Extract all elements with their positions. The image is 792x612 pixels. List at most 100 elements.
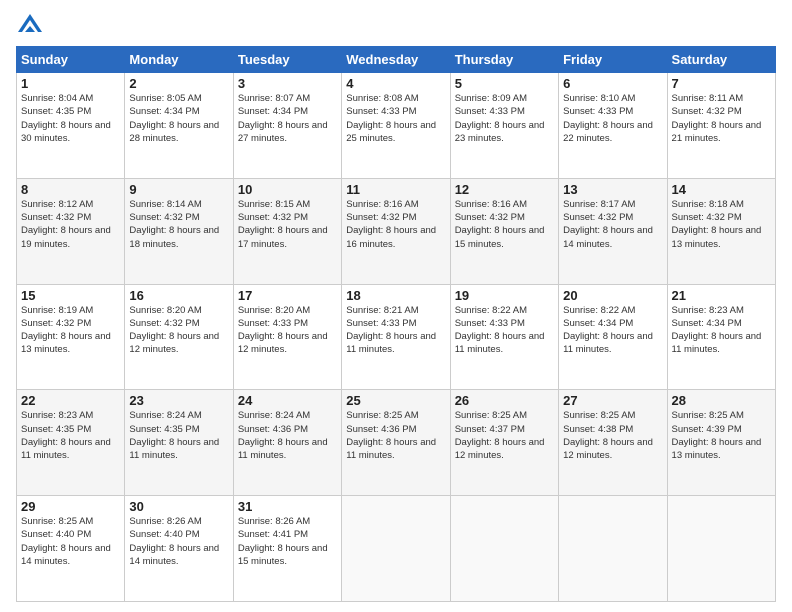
calendar: SundayMondayTuesdayWednesdayThursdayFrid… <box>16 46 776 602</box>
day-info: Sunrise: 8:20 AM Sunset: 4:33 PM Dayligh… <box>238 304 337 357</box>
calendar-cell: 29Sunrise: 8:25 AM Sunset: 4:40 PM Dayli… <box>17 496 125 602</box>
calendar-cell: 27Sunrise: 8:25 AM Sunset: 4:38 PM Dayli… <box>559 390 667 496</box>
calendar-cell: 15Sunrise: 8:19 AM Sunset: 4:32 PM Dayli… <box>17 284 125 390</box>
day-number: 18 <box>346 288 445 303</box>
day-number: 30 <box>129 499 228 514</box>
calendar-cell <box>342 496 450 602</box>
calendar-cell: 21Sunrise: 8:23 AM Sunset: 4:34 PM Dayli… <box>667 284 775 390</box>
day-info: Sunrise: 8:22 AM Sunset: 4:33 PM Dayligh… <box>455 304 554 357</box>
day-number: 31 <box>238 499 337 514</box>
day-number: 8 <box>21 182 120 197</box>
day-number: 2 <box>129 76 228 91</box>
day-number: 28 <box>672 393 771 408</box>
day-info: Sunrise: 8:14 AM Sunset: 4:32 PM Dayligh… <box>129 198 228 251</box>
day-number: 5 <box>455 76 554 91</box>
day-number: 22 <box>21 393 120 408</box>
calendar-week-5: 29Sunrise: 8:25 AM Sunset: 4:40 PM Dayli… <box>17 496 776 602</box>
day-number: 14 <box>672 182 771 197</box>
calendar-cell: 17Sunrise: 8:20 AM Sunset: 4:33 PM Dayli… <box>233 284 341 390</box>
calendar-cell: 7Sunrise: 8:11 AM Sunset: 4:32 PM Daylig… <box>667 73 775 179</box>
day-info: Sunrise: 8:17 AM Sunset: 4:32 PM Dayligh… <box>563 198 662 251</box>
day-number: 1 <box>21 76 120 91</box>
calendar-cell: 9Sunrise: 8:14 AM Sunset: 4:32 PM Daylig… <box>125 178 233 284</box>
weekday-header-thursday: Thursday <box>450 47 558 73</box>
weekday-header-saturday: Saturday <box>667 47 775 73</box>
calendar-cell: 30Sunrise: 8:26 AM Sunset: 4:40 PM Dayli… <box>125 496 233 602</box>
day-number: 13 <box>563 182 662 197</box>
calendar-cell: 8Sunrise: 8:12 AM Sunset: 4:32 PM Daylig… <box>17 178 125 284</box>
calendar-cell <box>559 496 667 602</box>
weekday-header-friday: Friday <box>559 47 667 73</box>
day-info: Sunrise: 8:05 AM Sunset: 4:34 PM Dayligh… <box>129 92 228 145</box>
calendar-cell: 14Sunrise: 8:18 AM Sunset: 4:32 PM Dayli… <box>667 178 775 284</box>
calendar-cell: 25Sunrise: 8:25 AM Sunset: 4:36 PM Dayli… <box>342 390 450 496</box>
weekday-header-tuesday: Tuesday <box>233 47 341 73</box>
calendar-week-3: 15Sunrise: 8:19 AM Sunset: 4:32 PM Dayli… <box>17 284 776 390</box>
top-area <box>16 12 776 40</box>
day-number: 4 <box>346 76 445 91</box>
day-number: 12 <box>455 182 554 197</box>
weekday-header-row: SundayMondayTuesdayWednesdayThursdayFrid… <box>17 47 776 73</box>
day-info: Sunrise: 8:12 AM Sunset: 4:32 PM Dayligh… <box>21 198 120 251</box>
day-number: 27 <box>563 393 662 408</box>
calendar-cell <box>450 496 558 602</box>
weekday-header-monday: Monday <box>125 47 233 73</box>
weekday-header-sunday: Sunday <box>17 47 125 73</box>
calendar-cell: 24Sunrise: 8:24 AM Sunset: 4:36 PM Dayli… <box>233 390 341 496</box>
day-number: 17 <box>238 288 337 303</box>
day-info: Sunrise: 8:08 AM Sunset: 4:33 PM Dayligh… <box>346 92 445 145</box>
page: SundayMondayTuesdayWednesdayThursdayFrid… <box>0 0 792 612</box>
day-info: Sunrise: 8:09 AM Sunset: 4:33 PM Dayligh… <box>455 92 554 145</box>
calendar-week-2: 8Sunrise: 8:12 AM Sunset: 4:32 PM Daylig… <box>17 178 776 284</box>
weekday-header-wednesday: Wednesday <box>342 47 450 73</box>
day-info: Sunrise: 8:07 AM Sunset: 4:34 PM Dayligh… <box>238 92 337 145</box>
calendar-week-1: 1Sunrise: 8:04 AM Sunset: 4:35 PM Daylig… <box>17 73 776 179</box>
calendar-cell: 13Sunrise: 8:17 AM Sunset: 4:32 PM Dayli… <box>559 178 667 284</box>
day-number: 20 <box>563 288 662 303</box>
day-info: Sunrise: 8:15 AM Sunset: 4:32 PM Dayligh… <box>238 198 337 251</box>
day-info: Sunrise: 8:25 AM Sunset: 4:40 PM Dayligh… <box>21 515 120 568</box>
calendar-cell: 11Sunrise: 8:16 AM Sunset: 4:32 PM Dayli… <box>342 178 450 284</box>
day-number: 24 <box>238 393 337 408</box>
logo-icon <box>16 12 44 40</box>
calendar-cell: 22Sunrise: 8:23 AM Sunset: 4:35 PM Dayli… <box>17 390 125 496</box>
day-info: Sunrise: 8:26 AM Sunset: 4:40 PM Dayligh… <box>129 515 228 568</box>
calendar-cell: 23Sunrise: 8:24 AM Sunset: 4:35 PM Dayli… <box>125 390 233 496</box>
calendar-cell: 20Sunrise: 8:22 AM Sunset: 4:34 PM Dayli… <box>559 284 667 390</box>
day-info: Sunrise: 8:10 AM Sunset: 4:33 PM Dayligh… <box>563 92 662 145</box>
day-info: Sunrise: 8:25 AM Sunset: 4:38 PM Dayligh… <box>563 409 662 462</box>
day-info: Sunrise: 8:11 AM Sunset: 4:32 PM Dayligh… <box>672 92 771 145</box>
day-info: Sunrise: 8:25 AM Sunset: 4:37 PM Dayligh… <box>455 409 554 462</box>
day-info: Sunrise: 8:25 AM Sunset: 4:36 PM Dayligh… <box>346 409 445 462</box>
day-info: Sunrise: 8:21 AM Sunset: 4:33 PM Dayligh… <box>346 304 445 357</box>
day-number: 9 <box>129 182 228 197</box>
day-info: Sunrise: 8:24 AM Sunset: 4:35 PM Dayligh… <box>129 409 228 462</box>
calendar-cell: 2Sunrise: 8:05 AM Sunset: 4:34 PM Daylig… <box>125 73 233 179</box>
day-number: 10 <box>238 182 337 197</box>
calendar-cell: 1Sunrise: 8:04 AM Sunset: 4:35 PM Daylig… <box>17 73 125 179</box>
calendar-cell: 6Sunrise: 8:10 AM Sunset: 4:33 PM Daylig… <box>559 73 667 179</box>
day-number: 15 <box>21 288 120 303</box>
calendar-cell: 5Sunrise: 8:09 AM Sunset: 4:33 PM Daylig… <box>450 73 558 179</box>
day-info: Sunrise: 8:22 AM Sunset: 4:34 PM Dayligh… <box>563 304 662 357</box>
day-info: Sunrise: 8:19 AM Sunset: 4:32 PM Dayligh… <box>21 304 120 357</box>
calendar-week-4: 22Sunrise: 8:23 AM Sunset: 4:35 PM Dayli… <box>17 390 776 496</box>
day-info: Sunrise: 8:25 AM Sunset: 4:39 PM Dayligh… <box>672 409 771 462</box>
calendar-cell: 12Sunrise: 8:16 AM Sunset: 4:32 PM Dayli… <box>450 178 558 284</box>
logo <box>16 12 48 40</box>
day-info: Sunrise: 8:24 AM Sunset: 4:36 PM Dayligh… <box>238 409 337 462</box>
calendar-cell: 28Sunrise: 8:25 AM Sunset: 4:39 PM Dayli… <box>667 390 775 496</box>
day-number: 21 <box>672 288 771 303</box>
calendar-cell: 4Sunrise: 8:08 AM Sunset: 4:33 PM Daylig… <box>342 73 450 179</box>
day-number: 7 <box>672 76 771 91</box>
day-info: Sunrise: 8:16 AM Sunset: 4:32 PM Dayligh… <box>455 198 554 251</box>
calendar-cell: 19Sunrise: 8:22 AM Sunset: 4:33 PM Dayli… <box>450 284 558 390</box>
day-number: 3 <box>238 76 337 91</box>
calendar-cell: 26Sunrise: 8:25 AM Sunset: 4:37 PM Dayli… <box>450 390 558 496</box>
day-number: 26 <box>455 393 554 408</box>
calendar-cell <box>667 496 775 602</box>
calendar-cell: 3Sunrise: 8:07 AM Sunset: 4:34 PM Daylig… <box>233 73 341 179</box>
day-number: 11 <box>346 182 445 197</box>
day-number: 29 <box>21 499 120 514</box>
calendar-cell: 31Sunrise: 8:26 AM Sunset: 4:41 PM Dayli… <box>233 496 341 602</box>
